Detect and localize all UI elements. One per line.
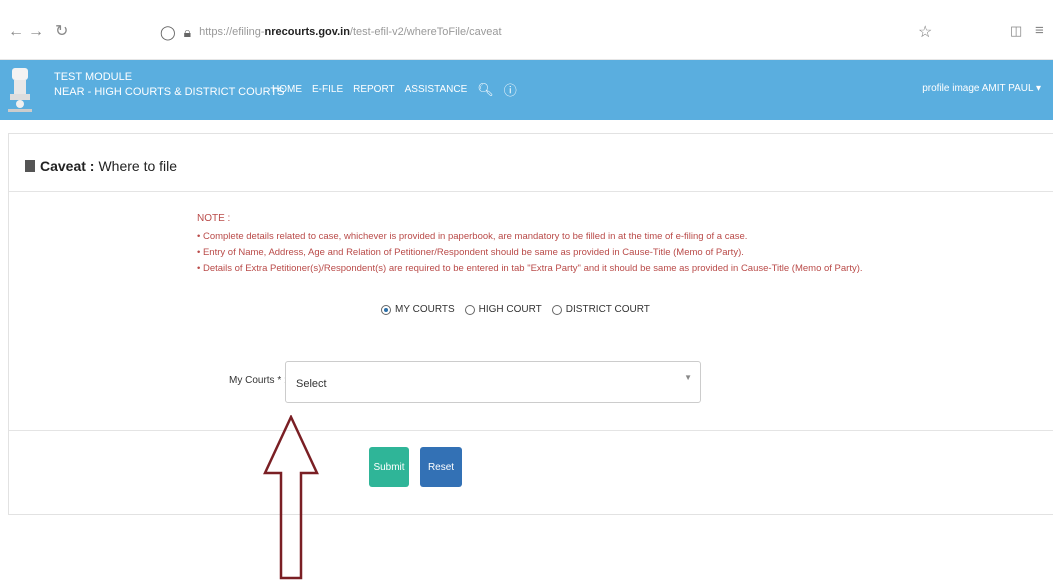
reload-icon[interactable]: ↻ [55,24,68,40]
note-heading: NOTE : [197,213,231,224]
app-header: TEST MODULE NEAR - HIGH COURTS & DISTRIC… [0,60,1053,120]
address-bar[interactable]: ◯ 🔒︎ https://efiling- nrecourts.gov.in /… [160,22,502,42]
note-box: NOTE : Complete details related to case,… [197,211,863,277]
bookmark-star-icon[interactable]: ☆ [918,22,932,42]
note-item: Entry of Name, Address, Age and Relation… [197,245,863,261]
url-path: /test-efil-v2/whereToFile/caveat [349,26,502,38]
page-title: Caveat : Where to file [25,158,177,174]
chevron-down-icon: ▼ [684,373,692,382]
note-item: Complete details related to case, whiche… [197,229,863,245]
pocket-icon[interactable]: ◫ [1010,23,1022,39]
radio-high-court[interactable]: HIGH COURT [464,304,542,315]
shield-icon: ◯ [160,23,176,40]
menu-icon[interactable]: ≡ [1035,22,1044,39]
radio-selected-icon[interactable] [381,304,391,315]
my-courts-select[interactable]: Select ▼ [285,361,701,403]
module-line-2: NEAR - HIGH COURTS & DISTRICT COURTS [54,86,285,98]
select-value: Select [296,378,327,390]
radio-unselected-icon[interactable] [464,304,475,315]
up-arrow-annotation [263,415,319,580]
nav-efile[interactable]: E-FILE [312,84,343,95]
radio-label: MY COURTS [395,304,455,315]
search-icon[interactable]: 🔍︎ [477,82,494,98]
title-rest: Where to file [98,158,178,174]
submit-button[interactable]: Submit [369,447,409,487]
url-host: nrecourts.gov.in [264,26,350,38]
forward-icon[interactable]: → [28,24,44,40]
reset-button[interactable]: Reset [420,447,462,487]
top-nav: HOME E-FILE REPORT ASSISTANCE 🔍︎ ⓘ [272,80,517,99]
back-icon[interactable]: ← [8,24,24,40]
radio-label: HIGH COURT [478,304,542,315]
radio-my-courts[interactable]: MY COURTS [381,304,455,315]
profile-menu[interactable]: profile image AMIT PAUL ▾ [922,83,1041,94]
my-courts-label: My Courts * : [229,375,287,386]
national-emblem-icon [8,68,32,112]
module-title: TEST MODULE NEAR - HIGH COURTS & DISTRIC… [54,70,284,100]
radio-district-court[interactable]: DISTRICT COURT [551,304,650,315]
nav-home[interactable]: HOME [272,84,302,95]
divider [9,191,1053,192]
divider [9,430,1053,431]
help-icon[interactable]: ⓘ [504,80,517,99]
nav-report[interactable]: REPORT [353,84,395,95]
browser-toolbar: ← → ↻ ◯ 🔒︎ https://efiling- nrecourts.go… [0,0,1053,60]
module-line-1: TEST MODULE [54,71,133,83]
radio-label: DISTRICT COURT [565,304,650,315]
nav-assistance[interactable]: ASSISTANCE [405,84,468,95]
court-type-radio-group: MY COURTS HIGH COURT DISTRICT COURT [381,304,650,315]
title-bold: Caveat : [40,158,95,174]
note-item: Details of Extra Petitioner(s)/Responden… [197,261,863,277]
document-icon [25,160,35,172]
radio-unselected-icon[interactable] [551,304,562,315]
caveat-panel: Caveat : Where to file NOTE : Complete d… [8,133,1053,515]
url-prefix: https://efiling- [199,26,265,38]
lock-icon: 🔒︎ [183,23,192,40]
